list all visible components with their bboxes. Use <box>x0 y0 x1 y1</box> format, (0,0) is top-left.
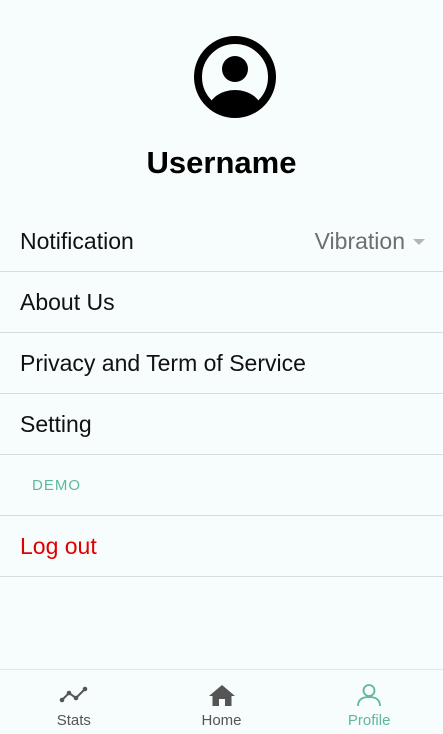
username-label: Username <box>146 145 297 180</box>
notification-label: Notification <box>20 227 134 254</box>
privacy-terms-label: Privacy and Term of Service <box>20 349 306 376</box>
stats-icon <box>59 686 88 703</box>
setting-label: Setting <box>20 410 92 437</box>
notification-value: Vibration <box>314 227 405 254</box>
caret-down-icon <box>413 239 425 245</box>
tab-stats-label: Stats <box>56 712 91 729</box>
tab-profile-label: Profile <box>347 712 391 729</box>
setting-item[interactable]: Setting <box>0 394 443 455</box>
notification-row[interactable]: Notification Vibration <box>0 211 443 272</box>
demo-button[interactable]: DEMO <box>0 455 443 516</box>
about-us-item[interactable]: About Us <box>0 272 443 333</box>
avatar-icon <box>193 35 277 119</box>
profile-menu: Notification Vibration About Us Privacy … <box>0 211 443 577</box>
bottom-tab-bar: Stats Home Profile <box>0 669 443 734</box>
tab-home-label: Home <box>201 712 242 729</box>
logout-label: Log out <box>20 532 97 559</box>
tab-profile[interactable]: Profile <box>295 670 443 734</box>
tab-home[interactable]: Home <box>148 670 296 734</box>
home-icon <box>208 685 235 706</box>
tab-stats[interactable]: Stats <box>0 670 148 734</box>
notification-select[interactable]: Vibration <box>315 211 425 271</box>
profile-screen: Username Notification Vibration About Us… <box>0 0 443 734</box>
demo-label: DEMO <box>32 476 81 494</box>
about-us-label: About Us <box>20 288 115 315</box>
privacy-terms-item[interactable]: Privacy and Term of Service <box>0 333 443 394</box>
logout-item[interactable]: Log out <box>0 516 443 577</box>
profile-icon <box>357 684 382 706</box>
